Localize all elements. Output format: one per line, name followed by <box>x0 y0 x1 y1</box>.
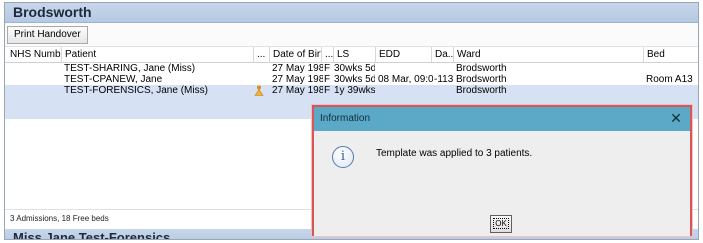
patient-title: Miss Jane Test-Forensics <box>13 230 171 240</box>
col-nhs-number[interactable]: NHS Number <box>7 47 61 63</box>
print-handover-button[interactable]: Print Handover <box>7 26 88 44</box>
cell-patient: TEST-SHARING, Jane (Miss) <box>64 63 196 74</box>
information-dialog: Information ✕ i Template was applied to … <box>312 105 692 236</box>
cell-dob: 27 May 1981 <box>272 85 323 96</box>
toolbar: Print Handover <box>5 23 698 47</box>
cell-nhs <box>7 74 61 85</box>
dialog-title: Information <box>314 107 690 131</box>
col-dob[interactable]: Date of Birth <box>269 47 321 63</box>
col-bed[interactable]: Bed <box>643 47 698 63</box>
cell-bed: Room A13 <box>646 74 693 85</box>
ward-title: Brodsworth <box>13 4 92 20</box>
cell-edd: 08 Mar, 09:00 <box>378 74 433 85</box>
cell-edd <box>375 63 433 74</box>
warning-person-icon[interactable] <box>253 85 265 96</box>
cell-dob: 27 May 1981 <box>272 63 323 74</box>
cell-da <box>431 63 455 74</box>
ok-button[interactable]: OK <box>490 215 512 233</box>
table-row[interactable]: TEST-SHARING, Jane (Miss) 27 May 1981 F … <box>5 63 698 74</box>
dialog-message: Template was applied to 3 patients. <box>376 148 533 159</box>
cell-ward: Brodsworth <box>456 74 507 85</box>
ward-header: Brodsworth <box>5 3 698 23</box>
cell-ls: 1y 39wks <box>334 85 375 96</box>
col-da[interactable]: Da... <box>431 47 453 63</box>
col-ward[interactable]: Ward <box>453 47 643 63</box>
col-sex[interactable]: ... <box>321 47 333 63</box>
cell-ls: 30wks 5d <box>334 74 375 85</box>
cell-bed <box>643 63 698 74</box>
ok-button-label: OK <box>493 218 509 229</box>
cell-edd <box>375 85 433 96</box>
cell-patient: TEST-FORENSICS, Jane (Miss) <box>64 85 208 96</box>
col-edd[interactable]: EDD <box>375 47 431 63</box>
grid-header: NHS Number Patient ... Date of Birth ...… <box>5 47 698 63</box>
cell-dob: 27 May 1981 <box>272 74 323 85</box>
cell-da: -113 <box>434 74 454 85</box>
cell-da <box>431 85 455 96</box>
close-icon[interactable]: ✕ <box>667 109 685 127</box>
cell-ls: 30wks 5d <box>334 63 375 74</box>
col-ls[interactable]: LS <box>333 47 375 63</box>
col-flag[interactable]: ... <box>253 47 269 63</box>
col-patient[interactable]: Patient <box>61 47 253 63</box>
cell-bed <box>643 85 698 96</box>
cell-nhs <box>7 63 61 74</box>
cell-ward: Brodsworth <box>456 85 507 96</box>
table-row[interactable]: TEST-CPANEW, Jane 27 May 1981 F 30wks 5d… <box>5 74 698 85</box>
cell-nhs <box>7 85 61 96</box>
dialog-body: i Template was applied to 3 patients. OK <box>314 131 690 236</box>
cell-ward: Brodsworth <box>456 63 507 74</box>
cell-patient: TEST-CPANEW, Jane <box>64 74 163 85</box>
info-icon: i <box>332 146 354 168</box>
